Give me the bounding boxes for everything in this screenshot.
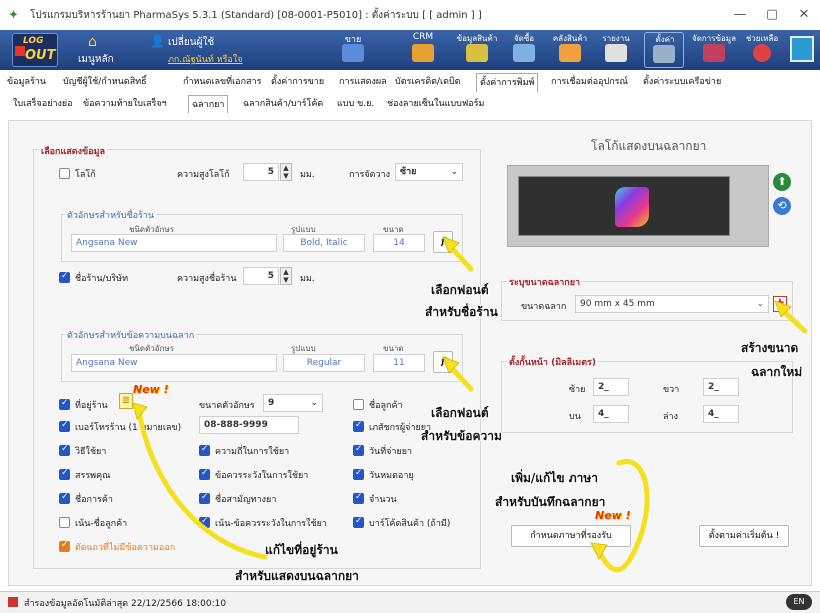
toolbar-report-label: รายงาน	[602, 34, 630, 43]
home-button[interactable]: ⌂ เมนูหลัก	[68, 32, 138, 68]
user-icon: 👤	[150, 34, 165, 48]
tab-ky-form[interactable]: แบบ ข.ย.	[334, 95, 377, 113]
user-name: ภก.ณัฐนันท์ หรือใจ	[168, 55, 243, 65]
toolbar-sell-label: ขาย	[344, 35, 362, 45]
product-box-icon	[466, 44, 488, 62]
database-icon	[703, 44, 725, 62]
tab-network[interactable]: ตั้งค่าระบบเครือข่าย	[640, 73, 724, 92]
tab-drug-label[interactable]: ฉลากยา	[188, 95, 229, 113]
status-bar: สำรองข้อมูลอัตโนมัติล่าสุด 22/12/2566 18…	[0, 591, 820, 613]
tab-display[interactable]: การแสดงผล	[336, 73, 390, 92]
change-user-button[interactable]: 👤 เปลี่ยนผู้ใช้ ภก.ณัฐนันท์ หรือใจ	[150, 32, 270, 68]
arrow-address	[136, 408, 268, 560]
main-toolbar: LOG OUT ⌂ เมนูหลัก 👤 เปลี่ยนผู้ใช้ ภก.ณั…	[0, 30, 820, 70]
report-icon	[605, 44, 627, 62]
tab-signature[interactable]: ช่องลายเซ็นในแบบฟอร์ม	[384, 95, 487, 113]
tab-document-numbers[interactable]: กำหนดเลขที่เอกสาร	[180, 73, 264, 92]
toolbar-product-label: ข้อมูลสินค้า	[456, 34, 498, 43]
backup-icon	[8, 597, 18, 607]
language-indicator[interactable]: EN	[786, 594, 812, 610]
toolbar-data-label: จัดการข้อมูล	[692, 34, 736, 43]
toolbar-sell-button[interactable]: ขาย	[330, 32, 376, 68]
home-icon: ⌂	[88, 34, 97, 50]
home-label: เมนูหลัก	[78, 54, 114, 65]
tools-icon	[653, 45, 675, 63]
toolbar-purchase-label: จัดซื้อ	[513, 34, 535, 43]
toolbar-help-label: ช่วยเหลือ	[745, 34, 779, 43]
exit-screen-icon[interactable]	[790, 36, 814, 62]
tab-devices[interactable]: การเชื่อมต่ออุปกรณ์	[548, 73, 631, 92]
tab-short-receipt[interactable]: ใบเสร็จอย่างย่อ	[10, 95, 76, 113]
arrow-language	[596, 458, 650, 573]
tab-receipt-footer[interactable]: ข้อความท้ายใบเสร็จฯ	[80, 95, 170, 113]
drug-label-settings-panel: เลือกแสดงข้อมูล โลโก้ ความสูงโลโก้ 5 ▲ ▼ …	[8, 120, 812, 586]
lifebuoy-icon	[753, 44, 771, 62]
tab-shop-info[interactable]: ข้อมูลร้าน	[4, 73, 49, 92]
toolbar-data-button[interactable]: จัดการข้อมูล	[688, 32, 740, 68]
tab-product-barcode[interactable]: ฉลากสินค้า/บาร์โค้ด	[240, 95, 326, 113]
tab-print-settings[interactable]: ตั้งค่าการพิมพ์	[476, 73, 539, 92]
tab-user-accounts[interactable]: บัญชีผู้ใช้/กำหนดสิทธิ์	[60, 73, 150, 92]
crm-icon	[412, 44, 434, 62]
toolbar-settings-label: ตั้งค่า	[655, 35, 675, 44]
settings-tabs: ข้อมูลร้าน บัญชีผู้ใช้/กำหนดสิทธิ์ กำหนด…	[0, 73, 820, 92]
toolbar-purchase-button[interactable]: จัดซื้อ	[504, 32, 544, 68]
toolbar-crm-button[interactable]: CRM	[400, 32, 446, 68]
change-user-label: เปลี่ยนผู้ใช้	[168, 37, 215, 48]
purchase-truck-icon	[513, 44, 535, 62]
annotation-arrows	[132, 236, 808, 573]
tab-sales-settings[interactable]: ตั้งค่าการขาย	[268, 73, 327, 92]
toolbar-crm-label: CRM	[412, 32, 434, 42]
window-title: โปรแกรมบริหารร้านยา PharmaSys 5.3.1 (Sta…	[30, 9, 482, 21]
logout-button[interactable]: LOG OUT	[12, 33, 58, 67]
title-bar: ✦ โปรแกรมบริหารร้านยา PharmaSys 5.3.1 (S…	[0, 0, 820, 30]
toolbar-stock-label: คลังสินค้า	[552, 34, 588, 43]
backup-status: สำรองข้อมูลอัตโนมัติล่าสุด 22/12/2566 18…	[24, 599, 227, 609]
app-icon: ✦	[8, 7, 19, 23]
logout-top-label: LOG	[23, 36, 44, 46]
logout-bottom-label: OUT	[25, 48, 56, 63]
warehouse-icon	[559, 44, 581, 62]
toolbar-report-button[interactable]: รายงาน	[596, 32, 636, 68]
toolbar-product-button[interactable]: ข้อมูลสินค้า	[452, 32, 502, 68]
close-button[interactable]: ✕	[784, 0, 820, 30]
logout-arrow-icon	[15, 46, 25, 56]
cash-register-icon	[342, 44, 364, 62]
print-subtabs: ใบเสร็จอย่างย่อ ข้อความท้ายใบเสร็จฯ ฉลาก…	[0, 95, 820, 113]
toolbar-stock-button[interactable]: คลังสินค้า	[546, 32, 594, 68]
tab-credit-card[interactable]: บัตรเครดิต/เดบิต	[392, 73, 464, 92]
toolbar-help-button[interactable]: ช่วยเหลือ	[742, 32, 782, 68]
toolbar-settings-button[interactable]: ตั้งค่า	[644, 32, 684, 68]
